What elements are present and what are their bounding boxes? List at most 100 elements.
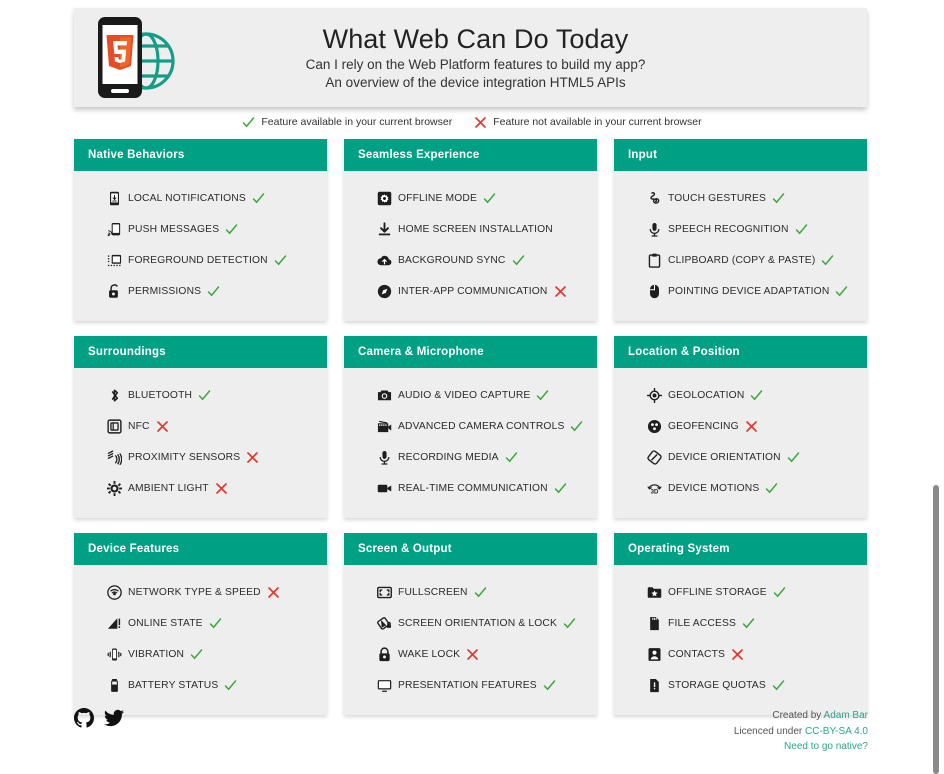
feature-item[interactable]: AMBIENT LIGHT — [82, 473, 319, 504]
check-icon — [242, 116, 255, 129]
feature-item[interactable]: WAKE LOCK — [352, 639, 589, 670]
feature-item[interactable]: CONTACTS — [622, 639, 859, 670]
social-links — [74, 708, 124, 733]
feature-item[interactable]: AUDIO & VIDEO CAPTURE — [352, 380, 589, 411]
feature-item[interactable]: SPEECH RECOGNITION — [622, 214, 859, 245]
feature-item[interactable]: REAL-TIME COMMUNICATION — [352, 473, 589, 504]
check-icon — [483, 192, 496, 205]
twitter-icon[interactable] — [104, 708, 124, 733]
touch-gesture-icon — [646, 191, 662, 207]
lock-open-icon — [106, 284, 122, 300]
notification-phone-icon — [106, 191, 122, 207]
feature-item[interactable]: NETWORK TYPE & SPEED — [82, 577, 319, 608]
check-icon — [773, 586, 786, 599]
feature-item[interactable]: GEOFENCING — [622, 411, 859, 442]
feature-label: ONLINE STATE — [128, 618, 203, 629]
feature-item[interactable]: STORAGE QUOTAS — [622, 670, 859, 701]
feature-item[interactable]: DEVICE ORIENTATION — [622, 442, 859, 473]
feature-label: PERMISSIONS — [128, 286, 202, 297]
card-title: Surroundings — [74, 336, 327, 368]
check-icon — [207, 285, 220, 298]
card-title: Seamless Experience — [344, 139, 597, 171]
feature-label: BLUETOOTH — [128, 390, 193, 401]
feature-item[interactable]: PERMISSIONS — [82, 276, 319, 307]
feature-label: VIBRATION — [128, 649, 185, 660]
feature-item[interactable]: FILE ACCESS — [622, 608, 859, 639]
feature-label: ADVANCED CAMERA CONTROLS — [398, 421, 565, 432]
feature-item[interactable]: PUSH MESSAGES — [82, 214, 319, 245]
film-camera-icon — [376, 419, 392, 435]
check-icon — [835, 285, 848, 298]
feature-item[interactable]: OFFLINE MODE — [352, 183, 589, 214]
check-icon — [190, 648, 203, 661]
feature-cards-grid: Native Behaviors LOCAL NOTIFICATIONS PUSH … — [74, 139, 868, 715]
feature-item[interactable]: FOREGROUND DETECTION — [82, 245, 319, 276]
feature-item[interactable]: 3D DEVICE MOTIONS — [622, 473, 859, 504]
feature-label: FULLSCREEN — [398, 587, 468, 598]
feature-item[interactable]: BLUETOOTH — [82, 380, 319, 411]
check-icon — [563, 617, 576, 630]
card-title: Operating System — [614, 533, 867, 565]
storage-alert-icon — [646, 678, 662, 694]
feature-card: Input TOUCH GESTURES SPEECH RECOGNITION CLI… — [614, 139, 867, 321]
offline-gear-icon — [376, 191, 392, 207]
feature-item[interactable]: BATTERY STATUS — [82, 670, 319, 701]
author-link[interactable]: Adam Bar — [824, 710, 868, 721]
vertical-scrollbar[interactable] — [929, 0, 944, 774]
feature-item[interactable]: ONLINE STATE — [82, 608, 319, 639]
feature-item[interactable]: HOME SCREEN INSTALLATION — [352, 214, 589, 245]
feature-card: Surroundings BLUETOOTH NFC PROXIMITY SENSOR… — [74, 336, 327, 518]
feature-item[interactable]: RECORDING MEDIA — [352, 442, 589, 473]
cross-icon — [474, 116, 487, 129]
feature-label: DEVICE ORIENTATION — [668, 452, 781, 463]
legend-available-label: Feature available in your current browse… — [261, 116, 453, 128]
feature-item[interactable]: OFFLINE STORAGE — [622, 577, 859, 608]
card-feature-list: FULLSCREEN SCREEN ORIENTATION & LOCK WAKE … — [344, 565, 597, 715]
feature-item[interactable]: LOCAL NOTIFICATIONS — [82, 183, 319, 214]
licence-prefix: Licenced under — [733, 725, 805, 737]
feature-item[interactable]: PROXIMITY SENSORS — [82, 442, 319, 473]
feature-label: PRESENTATION FEATURES — [398, 680, 537, 691]
feature-item[interactable]: PRESENTATION FEATURES — [352, 670, 589, 701]
feature-label: SCREEN ORIENTATION & LOCK — [398, 618, 557, 629]
check-icon — [198, 389, 211, 402]
feature-item[interactable]: ADVANCED CAMERA CONTROLS — [352, 411, 589, 442]
feature-item[interactable]: SCREEN ORIENTATION & LOCK — [352, 608, 589, 639]
cross-icon — [246, 451, 259, 464]
check-icon — [787, 451, 800, 464]
feature-label: SPEECH RECOGNITION — [668, 224, 789, 235]
feature-item[interactable]: GEOLOCATION — [622, 380, 859, 411]
feature-item[interactable]: POINTING DEVICE ADAPTATION — [622, 276, 859, 307]
feature-label: INTER-APP COMMUNICATION — [398, 286, 548, 297]
feature-label: DEVICE MOTIONS — [668, 483, 760, 494]
scrollbar-thumb[interactable] — [933, 485, 939, 774]
licence-link[interactable]: CC-BY-SA 4.0 — [805, 726, 868, 737]
go-native-link[interactable]: Need to go native? — [784, 741, 868, 752]
feature-item[interactable]: BACKGROUND SYNC — [352, 245, 589, 276]
mouse-icon — [646, 284, 662, 300]
feature-label: FOREGROUND DETECTION — [128, 255, 268, 266]
feature-card: Native Behaviors LOCAL NOTIFICATIONS PUSH … — [74, 139, 327, 321]
feature-item[interactable]: NFC — [82, 411, 319, 442]
feature-label: WAKE LOCK — [398, 649, 461, 660]
feature-item[interactable]: INTER-APP COMMUNICATION — [352, 276, 589, 307]
github-icon[interactable] — [74, 708, 94, 733]
feature-item[interactable]: FULLSCREEN — [352, 577, 589, 608]
card-title: Input — [614, 139, 867, 171]
push-phone-icon — [106, 222, 122, 238]
check-icon — [742, 617, 755, 630]
check-icon — [570, 420, 583, 433]
feature-item[interactable]: VIBRATION — [82, 639, 319, 670]
feature-item[interactable]: TOUCH GESTURES — [622, 183, 859, 214]
card-feature-list: BLUETOOTH NFC PROXIMITY SENSORS AMBIENT LIG… — [74, 368, 327, 518]
folder-star-icon — [646, 585, 662, 601]
feature-card: Screen & Output FULLSCREEN SCREEN ORIENTAT… — [344, 533, 597, 715]
proximity-waves-icon — [106, 450, 122, 466]
feature-item[interactable]: CLIPBOARD (COPY & PASTE) — [622, 245, 859, 276]
card-feature-list: NETWORK TYPE & SPEED ONLINE STATE VIBRATIO… — [74, 565, 327, 715]
network-signal-icon — [106, 585, 122, 601]
cross-icon — [267, 586, 280, 599]
feature-label: NETWORK TYPE & SPEED — [128, 587, 261, 598]
battery-icon — [106, 678, 122, 694]
screen-rotate-lock-icon — [376, 616, 392, 632]
